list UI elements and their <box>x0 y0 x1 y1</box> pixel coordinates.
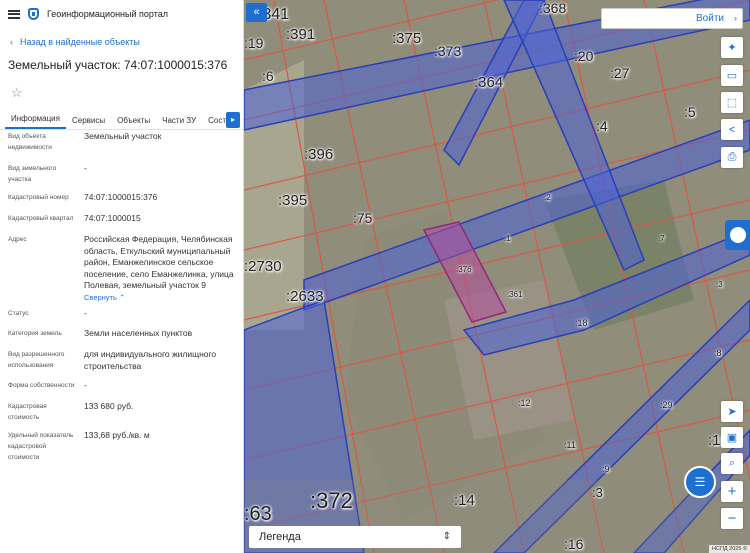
prop-label: Кадастровый номер <box>8 194 69 201</box>
prop-value: Российская Федерация, Челябинская област… <box>84 234 234 303</box>
parcel-label: :29 <box>660 400 673 410</box>
prop-label: Кадастровая стоимость <box>8 403 47 421</box>
parcel-label: :11 <box>564 440 576 450</box>
tab-objects[interactable]: Объекты <box>111 116 156 129</box>
ruler-icon[interactable]: ▭ <box>721 65 743 86</box>
tab-parts[interactable]: Части ЗУ <box>156 116 202 129</box>
chevron-up-icon: ⌃ <box>119 292 126 302</box>
prop-value: 74:07:1000015 <box>84 213 141 223</box>
prop-value: - <box>84 163 87 173</box>
map-view[interactable]: :341 :368 :19 :391 :375 :373 :20 :27 :6 … <box>244 0 750 553</box>
parcel-label: :2730 <box>244 258 282 275</box>
parcel-label: :391 <box>286 26 316 43</box>
parcel-label: :361 <box>507 290 523 299</box>
parcel-label: :19 <box>244 35 264 51</box>
star-icon[interactable]: ☆ <box>11 85 243 101</box>
parcel-label: :16 <box>564 536 584 552</box>
tab-services[interactable]: Сервисы <box>66 116 111 129</box>
vehicle-icon <box>729 227 746 243</box>
layers-icon[interactable]: ✦ <box>721 37 743 58</box>
parcel-label: :14 <box>454 492 475 509</box>
parcel-label: :6 <box>262 68 274 84</box>
prop-label: Кадастровый квартал <box>8 215 74 222</box>
parcel-label: :7 <box>658 234 665 243</box>
parcel-label: :27 <box>610 65 630 81</box>
chevron-right-icon: › <box>734 13 737 23</box>
parcel-label: :18 <box>575 318 588 328</box>
display-icon[interactable]: ▣ <box>721 427 743 448</box>
parcel-label: :63 <box>244 503 272 525</box>
prop-label: Вид объекта недвижимости <box>8 133 52 151</box>
parcel-label: :3 <box>716 280 723 289</box>
prop-value: - <box>84 308 87 318</box>
prop-value: - <box>84 380 87 390</box>
prop-label: Вид земельного участка <box>8 165 57 183</box>
copyright: НСПД 2025 © <box>709 545 750 553</box>
top-bar: Геоинформационный портал <box>0 0 243 28</box>
back-link[interactable]: ‹ Назад в найденные объекты <box>10 36 243 48</box>
prop-value: Земельный участок <box>84 131 162 141</box>
prop-label: Адрес <box>8 236 27 243</box>
parcel-label: :5 <box>684 104 696 120</box>
prop-value: 74:07:1000015:376 <box>84 192 158 202</box>
parcel-label: :396 <box>304 146 334 163</box>
address-text: Российская Федерация, Челябинская област… <box>84 234 234 290</box>
parcel-label: :1 <box>504 234 511 243</box>
parcel-label: :2633 <box>286 288 324 305</box>
parcel-label: :9 <box>602 464 610 474</box>
share-icon[interactable]: < <box>721 119 743 140</box>
legend-dropdown[interactable]: Легенда ⇕ <box>249 526 461 548</box>
chevron-updown-icon: ⇕ <box>442 531 451 542</box>
parcel-label: :395 <box>278 192 308 209</box>
login-label: Войти <box>696 13 724 24</box>
prop-value: для индивидуального жилищного строительс… <box>84 349 217 371</box>
prop-value: 133,68 руб./кв. м <box>84 430 150 440</box>
plus-icon[interactable]: + <box>721 481 743 502</box>
collapse-label: Свернуть <box>84 292 117 302</box>
prop-label: Удельный показатель кадастровой стоимост… <box>8 432 74 461</box>
parcel-label: :20 <box>574 48 594 64</box>
location-arrow-icon[interactable]: ➤ <box>721 401 743 422</box>
parcel-label: :375 <box>392 30 422 47</box>
parcel-label: :2 <box>544 193 551 202</box>
chevron-left-icon: ‹ <box>10 37 13 47</box>
parcel-label: :8 <box>714 348 722 358</box>
print-icon[interactable]: ⎙ <box>721 147 743 168</box>
parcel-label: :3 <box>592 485 603 500</box>
tab-bar: Информация Сервисы Объекты Части ЗУ Сост… <box>0 110 243 130</box>
portal-title: Геоинформационный портал <box>47 9 168 19</box>
select-area-icon[interactable]: ⬚ <box>721 92 743 113</box>
chat-icon[interactable]: ☰ <box>684 466 716 498</box>
prop-label: Статус <box>8 310 29 317</box>
parcel-label: :12 <box>518 398 531 408</box>
prop-value: Земли населенных пунктов <box>84 328 193 338</box>
sidebar: Геоинформационный портал ‹ Назад в найде… <box>0 0 244 553</box>
side-panel-tab[interactable] <box>725 220 750 250</box>
menu-icon[interactable] <box>8 9 20 19</box>
tab-information[interactable]: Информация <box>5 114 66 129</box>
parcel-label: :372 <box>310 488 353 513</box>
double-chevron-left-icon[interactable]: « <box>246 3 267 22</box>
back-link-label: Назад в найденные объекты <box>20 37 140 47</box>
parcel-label: :373 <box>434 43 462 59</box>
prop-value: 133 680 руб. <box>84 401 134 411</box>
portal-logo-icon <box>28 8 39 20</box>
prop-label: Форма собственности <box>8 382 75 389</box>
parcel-label: :368 <box>539 0 567 16</box>
prop-label: Вид разрешенного использования <box>8 351 65 369</box>
minus-icon[interactable]: − <box>721 508 743 529</box>
parcel-label: :4 <box>596 118 608 134</box>
legend-label: Легенда <box>259 531 301 543</box>
object-title: Земельный участок: 74:07:1000015:376 <box>8 58 228 72</box>
map-search-icon[interactable]: ⌕ <box>721 453 743 474</box>
parcel-label: :75 <box>353 210 373 226</box>
parcel-label: :364 <box>474 74 504 91</box>
login-button[interactable]: Войти › <box>601 8 743 29</box>
collapse-link[interactable]: Свернуть ⌃ <box>84 292 234 304</box>
chevron-right-icon[interactable]: ▸ <box>226 112 240 128</box>
prop-label: Категория земель <box>8 330 62 337</box>
selected-parcel-label[interactable]: :376 <box>456 265 472 274</box>
